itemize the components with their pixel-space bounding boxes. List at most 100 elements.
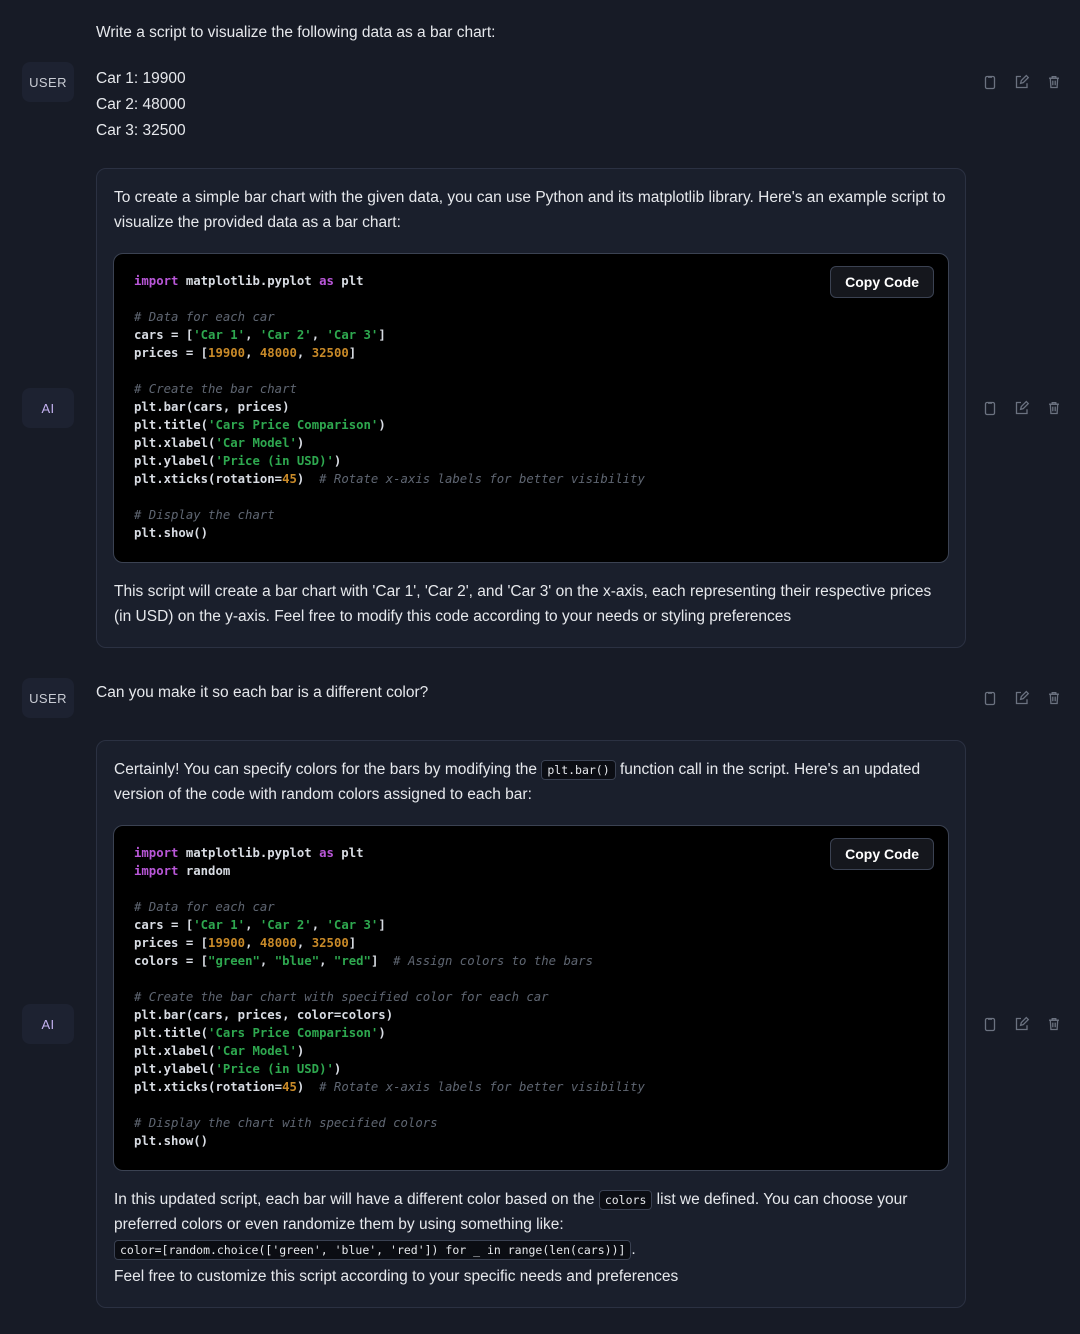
role-badge-user: USER	[22, 62, 74, 102]
code-token-car2: 'Car 2'	[260, 328, 312, 342]
code-token-cars-head: cars = [	[134, 328, 193, 342]
inline-code-colors: colors	[599, 1190, 653, 1210]
code-token-car3: 'Car 3'	[327, 918, 379, 932]
copy-icon[interactable]	[982, 690, 998, 706]
code-block-1: Copy Code import matplotlib.pyplot as pl…	[113, 253, 949, 563]
code-token-random: random	[178, 864, 230, 878]
delete-icon[interactable]	[1046, 690, 1062, 706]
assistant-outro-paragraph: This script will create a bar chart with…	[113, 579, 949, 629]
code-token-xlabel-str: 'Car Model'	[215, 1044, 296, 1058]
message-actions	[976, 1016, 1080, 1032]
code-line-bar: plt.bar(cars, prices)	[134, 400, 289, 414]
code-token-xticks-head: plt.xticks(rotation=	[134, 1080, 282, 1094]
turn-user-2: USER Can you make it so each bar is a di…	[0, 678, 1080, 718]
code-comment-create: # Create the bar chart	[134, 382, 297, 396]
user-prompt-line: Write a script to visualize the followin…	[96, 20, 966, 46]
role-column: USER	[0, 62, 96, 102]
turn-assistant-2: AI Certainly! You can specify colors for…	[0, 740, 1080, 1308]
inline-code-random-choice: color=[random.choice(['green', 'blue', '…	[114, 1240, 631, 1260]
code-token-title-tail: )	[378, 1026, 385, 1040]
code-comment-assign: # Assign colors to the bars	[378, 954, 593, 968]
inline-code-pltbar: plt.bar()	[541, 760, 615, 780]
code-token-sep: ,	[245, 346, 260, 360]
code-token-ylabel-str: 'Price (in USD)'	[215, 1062, 333, 1076]
copy-icon[interactable]	[982, 74, 998, 90]
code-content-2[interactable]: import matplotlib.pyplot as plt import r…	[134, 844, 928, 1150]
code-token-title-str: 'Cars Price Comparison'	[208, 1026, 378, 1040]
code-comment-create: # Create the bar chart with specified co…	[134, 990, 549, 1004]
code-token-xlabel-str: 'Car Model'	[215, 436, 296, 450]
code-token-car1: 'Car 1'	[193, 918, 245, 932]
turn-user-1: USER Write a script to visualize the fol…	[0, 18, 1080, 146]
code-token-car3: 'Car 3'	[327, 328, 379, 342]
message-actions	[976, 690, 1080, 706]
edit-icon[interactable]	[1014, 690, 1030, 706]
message-actions	[976, 74, 1080, 90]
code-token-module: matplotlib.pyplot	[178, 846, 319, 860]
role-badge-ai: AI	[22, 388, 74, 428]
code-token-xlabel-head: plt.xlabel(	[134, 1044, 215, 1058]
code-comment-rotate: # Rotate x-axis labels for better visibi…	[304, 472, 645, 486]
spacer	[0, 648, 1080, 678]
code-token-sep: ,	[312, 918, 327, 932]
copy-code-button[interactable]: Copy Code	[830, 266, 934, 298]
code-block-2: Copy Code import matplotlib.pyplot as pl…	[113, 825, 949, 1171]
assistant-intro-paragraph: Certainly! You can specify colors for th…	[113, 757, 949, 807]
outro-text-a: In this updated script, each bar will ha…	[114, 1191, 599, 1208]
assistant-card-1: To create a simple bar chart with the gi…	[96, 168, 966, 648]
code-token-ylabel-str: 'Price (in USD)'	[215, 454, 333, 468]
code-token-prices-head: prices = [	[134, 346, 208, 360]
code-comment-display: # Display the chart	[134, 508, 275, 522]
copy-icon[interactable]	[982, 1016, 998, 1032]
code-line-bar: plt.bar(cars, prices, color=colors)	[134, 1008, 393, 1022]
code-token-sep: ,	[260, 954, 275, 968]
code-comment-rotate: # Rotate x-axis labels for better visibi…	[304, 1080, 645, 1094]
edit-icon[interactable]	[1014, 74, 1030, 90]
user-message-2: Can you make it so each bar is a differe…	[96, 678, 966, 708]
conversation: USER Write a script to visualize the fol…	[0, 0, 1080, 1308]
code-content-1[interactable]: import matplotlib.pyplot as plt # Data f…	[134, 272, 928, 542]
outro-text-c: .	[631, 1241, 635, 1258]
data-line-1: Car 1: 19900	[96, 66, 966, 92]
code-token-xlabel-tail: )	[297, 1044, 304, 1058]
data-line-3: Car 3: 32500	[96, 118, 966, 144]
delete-icon[interactable]	[1046, 74, 1062, 90]
code-token-xlabel-tail: )	[297, 436, 304, 450]
code-token-xticks-head: plt.xticks(rotation=	[134, 472, 282, 486]
copy-icon[interactable]	[982, 400, 998, 416]
copy-code-button[interactable]: Copy Code	[830, 838, 934, 870]
code-token-import2: import	[134, 864, 178, 878]
code-token-price1: 19900	[208, 346, 245, 360]
user-message-1: Write a script to visualize the followin…	[96, 18, 966, 146]
code-token-prices-tail: ]	[349, 346, 356, 360]
code-line-show: plt.show()	[134, 526, 208, 540]
code-comment-data: # Data for each car	[134, 900, 275, 914]
delete-icon[interactable]	[1046, 1016, 1062, 1032]
spacer	[0, 718, 1080, 740]
code-token-sep: ,	[297, 346, 312, 360]
code-token-xlabel-head: plt.xlabel(	[134, 436, 215, 450]
code-token-ylabel-tail: )	[334, 454, 341, 468]
edit-icon[interactable]	[1014, 400, 1030, 416]
turn-assistant-1: AI To create a simple bar chart with the…	[0, 168, 1080, 648]
role-badge-ai: AI	[22, 1004, 74, 1044]
assistant-closing-line: Feel free to customize this script accor…	[113, 1264, 949, 1289]
edit-icon[interactable]	[1014, 1016, 1030, 1032]
code-token-price3: 32500	[312, 936, 349, 950]
role-column: AI	[0, 388, 96, 428]
code-token-sep: ,	[319, 954, 334, 968]
code-token-rotation: 45	[282, 472, 297, 486]
assistant-outro-paragraph: In this updated script, each bar will ha…	[113, 1187, 949, 1262]
code-token-as: as	[319, 274, 334, 288]
code-token-price2: 48000	[260, 936, 297, 950]
delete-icon[interactable]	[1046, 400, 1062, 416]
spacer	[0, 146, 1080, 168]
code-token-module: matplotlib.pyplot	[178, 274, 319, 288]
code-token-color3: "red"	[334, 954, 371, 968]
code-token-title-str: 'Cars Price Comparison'	[208, 418, 378, 432]
role-badge-user: USER	[22, 678, 74, 718]
code-token-import: import	[134, 274, 178, 288]
code-token-color2: "blue"	[275, 954, 319, 968]
code-token-price2: 48000	[260, 346, 297, 360]
assistant-card-2: Certainly! You can specify colors for th…	[96, 740, 966, 1308]
